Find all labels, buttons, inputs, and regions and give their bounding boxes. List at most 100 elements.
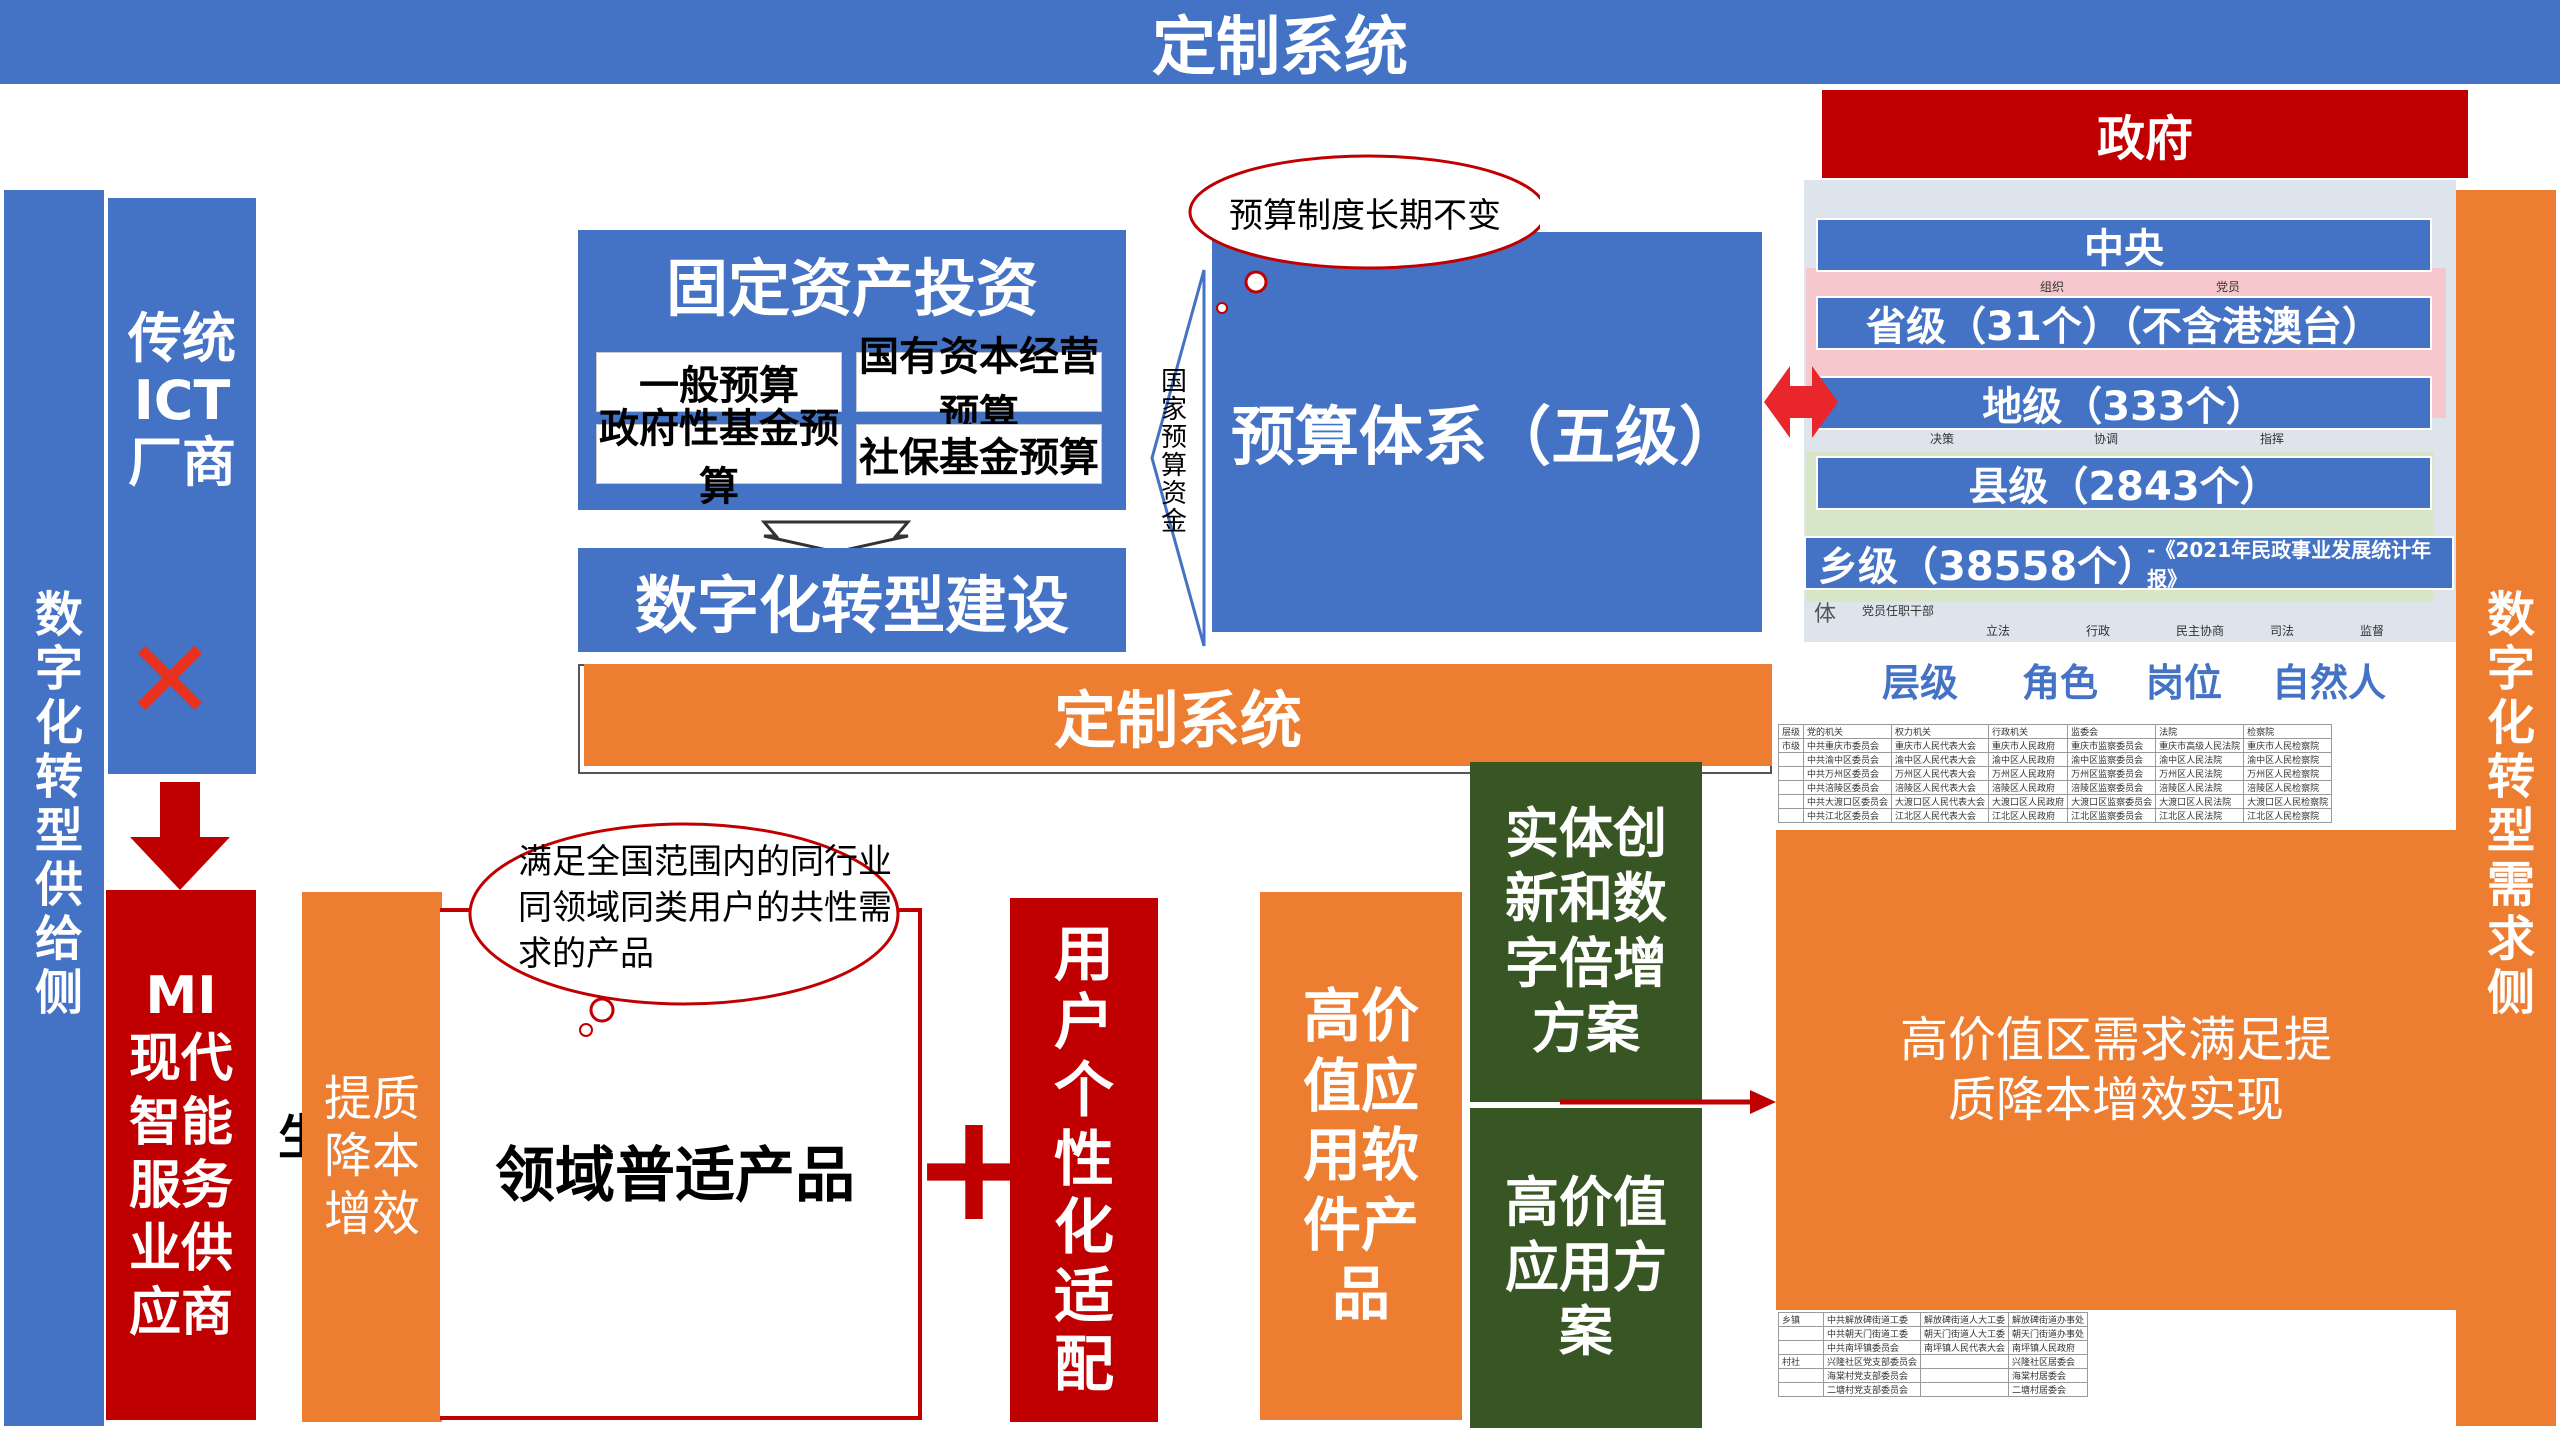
table-cell: 朝天门街道办事处 — [2008, 1326, 2089, 1341]
gov-bg-label-party: 党员 — [2216, 280, 2241, 294]
table-header-cell: 法院 — [2155, 724, 2245, 739]
high-value-software-box: 高价值应用软件产品 — [1260, 892, 1462, 1420]
table-cell — [1920, 1354, 2010, 1369]
table-cell — [1778, 752, 1805, 767]
double-arrow-icon — [1764, 366, 1838, 438]
table-cell: 重庆市人民代表大会 — [1891, 738, 1990, 753]
gov-bg-label-admin: 行政 — [2086, 624, 2111, 638]
gov-category-level: 层级 — [1882, 661, 1959, 705]
table-cell: 二塘村党支部委员会 — [1822, 1382, 1922, 1397]
table-cell: 二塘村居委会 — [2008, 1382, 2089, 1397]
table-cell: 重庆市人民政府 — [1988, 738, 2069, 753]
table-cell: 万州区人民代表大会 — [1891, 766, 1990, 781]
traditional-vendor-label: 传统ICT厂商 — [128, 306, 236, 495]
gov-category-post: 岗位 — [2146, 661, 2223, 705]
government-header: 政府 — [1822, 90, 2468, 178]
table-row: 村社 兴隆社区党支部委员会 兴隆社区居委会 — [1778, 1354, 2089, 1369]
table-cell: 渝中区人民法院 — [2155, 752, 2245, 767]
gov-category-person: 自然人 — [2272, 661, 2387, 705]
gov-bg-label-decision: 决策 — [1930, 432, 1955, 446]
table-cell: 南坪镇人民代表大会 — [1920, 1340, 2010, 1355]
budget-item-social-fund: 社保基金预算 — [856, 424, 1102, 484]
table-row: 市级 中共重庆市委员会 重庆市人民代表大会 重庆市人民政府 重庆市监察委员会 重… — [1778, 738, 2333, 753]
table-cell: 大渡口区人民法院 — [2155, 794, 2245, 809]
table-cell: 江北区人民代表大会 — [1891, 808, 1990, 823]
table-header-cell: 权力机关 — [1891, 724, 1990, 739]
table-cell — [1778, 1382, 1824, 1397]
org-table: 层级 党的机关 权力机关 行政机关 监委会 法院 检察院 市级 中共重庆市委员会… — [1778, 724, 2333, 823]
table-cell: 中共大渡口区委员会 — [1803, 794, 1893, 809]
table-row: 中共南坪镇委员会 南坪镇人民代表大会 南坪镇人民政府 — [1778, 1340, 2089, 1355]
table-cell: 市级 — [1778, 738, 1805, 753]
mi-vendor-label: MI现代智能服务业供应商 — [128, 965, 233, 1343]
table-cell: 中共万州区委员会 — [1803, 766, 1893, 781]
gov-bg-label-coord: 协调 — [2094, 432, 2119, 446]
entity-innovation-label: 实体创新和数字倍增方案 — [1505, 802, 1667, 1060]
table-cell — [1778, 808, 1805, 823]
table-header-cell: 行政机关 — [1988, 724, 2069, 739]
budget-item-gov-fund: 政府性基金预算 — [596, 406, 842, 510]
quality-label: 提质降本增效 — [323, 1070, 420, 1242]
table-cell — [1778, 1326, 1824, 1341]
mi-vendor-box: MI现代智能服务业供应商 — [106, 890, 256, 1420]
gov-level-prefecture: 地级（333个） — [1816, 376, 2432, 430]
table-cell: 江北区监察委员会 — [2067, 808, 2157, 823]
table-cell: 涪陵区人民政府 — [1988, 780, 2069, 795]
table-cell: 大渡口区人民代表大会 — [1891, 794, 1990, 809]
table-cell: 兴隆社区居委会 — [2008, 1354, 2089, 1369]
budget-item-state-capital: 国有资本经营预算 — [856, 334, 1102, 438]
gov-bg-label-org: 组织 — [2040, 280, 2065, 294]
title-bar: 定制系统 — [0, 0, 2560, 85]
table-row: 中共万州区委员会 万州区人民代表大会 万州区人民政府 万州区监察委员会 万州区人… — [1778, 766, 2333, 781]
gov-bg-label-command: 指挥 — [2260, 432, 2285, 446]
table-header-cell: 层级 — [1778, 724, 1805, 739]
table-cell — [1778, 1368, 1824, 1383]
table-row: 中共大渡口区委员会 大渡口区人民代表大会 大渡口区人民政府 大渡口区监察委员会 … — [1778, 794, 2333, 809]
down-arrow-icon — [130, 782, 230, 890]
transform-box: 数字化转型建设 — [578, 548, 1126, 652]
high-value-solution-box: 高价值应用方案 — [1470, 1108, 1702, 1428]
table-cell: 中共涪陵区委员会 — [1803, 780, 1893, 795]
table-cell: 渝中区人民检察院 — [2243, 752, 2333, 767]
table-cell: 万州区人民政府 — [1988, 766, 2069, 781]
table-cell: 江北区人民法院 — [2155, 808, 2245, 823]
table-cell: 中共江北区委员会 — [1803, 808, 1893, 823]
product-cloud-text: 满足全国范围内的同行业同领域同类用户的共性需求的产品 — [518, 842, 892, 974]
user-adapt-box: 用户个性化适配 — [1010, 898, 1158, 1422]
table-header-cell: 监委会 — [2067, 724, 2157, 739]
right-arrow-icon — [1560, 1090, 1776, 1114]
table-header-cell: 检察院 — [2243, 724, 2333, 739]
table-cell — [1778, 766, 1805, 781]
table-row: 中共江北区委员会 江北区人民代表大会 江北区人民政府 江北区监察委员会 江北区人… — [1778, 808, 2333, 823]
high-value-solution-label: 高价值应用方案 — [1505, 1170, 1667, 1364]
org-table-bottom: 乡镇 中共解放碑街道工委 解放碑街道人大工委 解放碑街道办事处 中共朝天门街道工… — [1778, 1312, 2438, 1430]
table-cell: 重庆市监察委员会 — [2067, 738, 2157, 753]
table-cell: 大渡口区监察委员会 — [2067, 794, 2157, 809]
national-funds-label: 国家预算资金 — [1156, 367, 1187, 535]
entity-innovation-box: 实体创新和数字倍增方案 — [1470, 762, 1702, 1102]
quality-box: 提质降本增效 — [302, 892, 442, 1422]
org-table-top: 层级 党的机关 权力机关 行政机关 监委会 法院 检察院 市级 中共重庆市委员会… — [1778, 724, 2438, 823]
high-value-software-label: 高价值应用软件产品 — [1302, 982, 1419, 1329]
table-cell: 乡镇 — [1778, 1312, 1824, 1327]
demand-result-label: 高价值区需求满足提质降本增效实现 — [1899, 1012, 2332, 1128]
table-cell: 解放碑街道办事处 — [2008, 1312, 2089, 1327]
table-cell: 渝中区人民代表大会 — [1891, 752, 1990, 767]
table-row: 中共朝天门街道工委 朝天门街道人大工委 朝天门街道办事处 — [1778, 1326, 2089, 1341]
gov-source-note: -《2021年民政事业发展统计年报》 — [2147, 538, 2432, 591]
table-cell: 涪陵区监察委员会 — [2067, 780, 2157, 795]
org-table-lower: 乡镇 中共解放碑街道工委 解放碑街道人大工委 解放碑街道办事处 中共朝天门街道工… — [1778, 1312, 2089, 1397]
supply-side-label: 数字化转型供给侧 — [26, 589, 82, 1021]
table-cell: 渝中区监察委员会 — [2067, 752, 2157, 767]
table-header-cell: 党的机关 — [1803, 724, 1893, 739]
custom-system-bar: 定制系统 — [584, 664, 1772, 766]
table-cell: 重庆市高级人民法院 — [2155, 738, 2245, 753]
table-cell: 解放碑街道人大工委 — [1920, 1312, 2010, 1327]
plus-icon: + — [911, 1081, 1037, 1255]
table-cell: 中共南坪镇委员会 — [1822, 1340, 1922, 1355]
gov-bg-label-supervise: 监督 — [2360, 624, 2385, 638]
table-row: 二塘村党支部委员会 二塘村居委会 — [1778, 1382, 2089, 1397]
table-row: 层级 党的机关 权力机关 行政机关 监委会 法院 检察院 — [1778, 724, 2333, 739]
gov-bg-label-legislate: 立法 — [1986, 624, 2011, 638]
table-cell: 大渡口区人民政府 — [1988, 794, 2069, 809]
